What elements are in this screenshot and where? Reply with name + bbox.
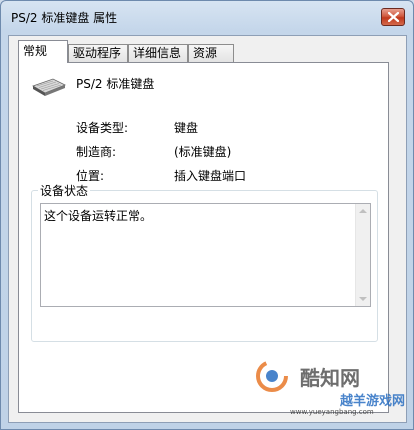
device-type-value: 键盘: [174, 121, 199, 135]
tab-driver-label: 驱动程序: [73, 46, 122, 60]
device-type-label: 设备类型:: [76, 121, 129, 135]
tab-general[interactable]: 常规: [18, 40, 68, 63]
device-status-title: 设备状态: [38, 182, 91, 199]
status-scrollbar[interactable]: [355, 204, 370, 306]
scroll-down-icon[interactable]: [359, 297, 367, 301]
properties-window: PS/2 标准键盘 属性 常规 驱动程序 详细信息 资源 PS/2 标准键盘 设…: [0, 0, 414, 430]
close-icon: [388, 12, 399, 22]
device-name: PS/2 标准键盘: [76, 77, 155, 91]
watermark: 酷知网 越羊游戏网 www.yueyangbang.com: [230, 348, 405, 418]
tab-resources-label: 资源: [193, 46, 218, 60]
manufacturer-value: (标准键盘): [174, 145, 232, 159]
watermark-text-primary: 酷知网: [300, 366, 360, 390]
manufacturer-label: 制造商:: [76, 145, 117, 159]
tab-details-label: 详细信息: [133, 46, 182, 60]
tab-general-label: 常规: [23, 44, 48, 58]
dialog-client-area: 常规 驱动程序 详细信息 资源 PS/2 标准键盘 设备类型: 键盘 制造商:: [8, 35, 407, 423]
watermark-logo-icon: [256, 360, 288, 392]
watermark-text-secondary: 越羊游戏网: [340, 394, 406, 409]
title-bar[interactable]: PS/2 标准键盘 属性: [1, 1, 413, 31]
tab-driver[interactable]: 驱动程序: [68, 44, 128, 62]
watermark-url: www.yueyangbang.com: [290, 408, 374, 416]
tab-details[interactable]: 详细信息: [128, 44, 188, 62]
device-status-text: 这个设备运转正常。: [44, 209, 153, 223]
window-title: PS/2 标准键盘 属性: [11, 11, 118, 25]
scroll-up-icon[interactable]: [359, 209, 367, 213]
location-value: 插入键盘端口: [174, 169, 247, 183]
close-button[interactable]: [381, 8, 405, 26]
device-status-textbox[interactable]: 这个设备运转正常。: [40, 203, 371, 307]
tab-resources[interactable]: 资源: [188, 44, 234, 62]
keyboard-icon: [32, 78, 66, 96]
device-status-group: 设备状态 这个设备运转正常。: [31, 182, 378, 342]
